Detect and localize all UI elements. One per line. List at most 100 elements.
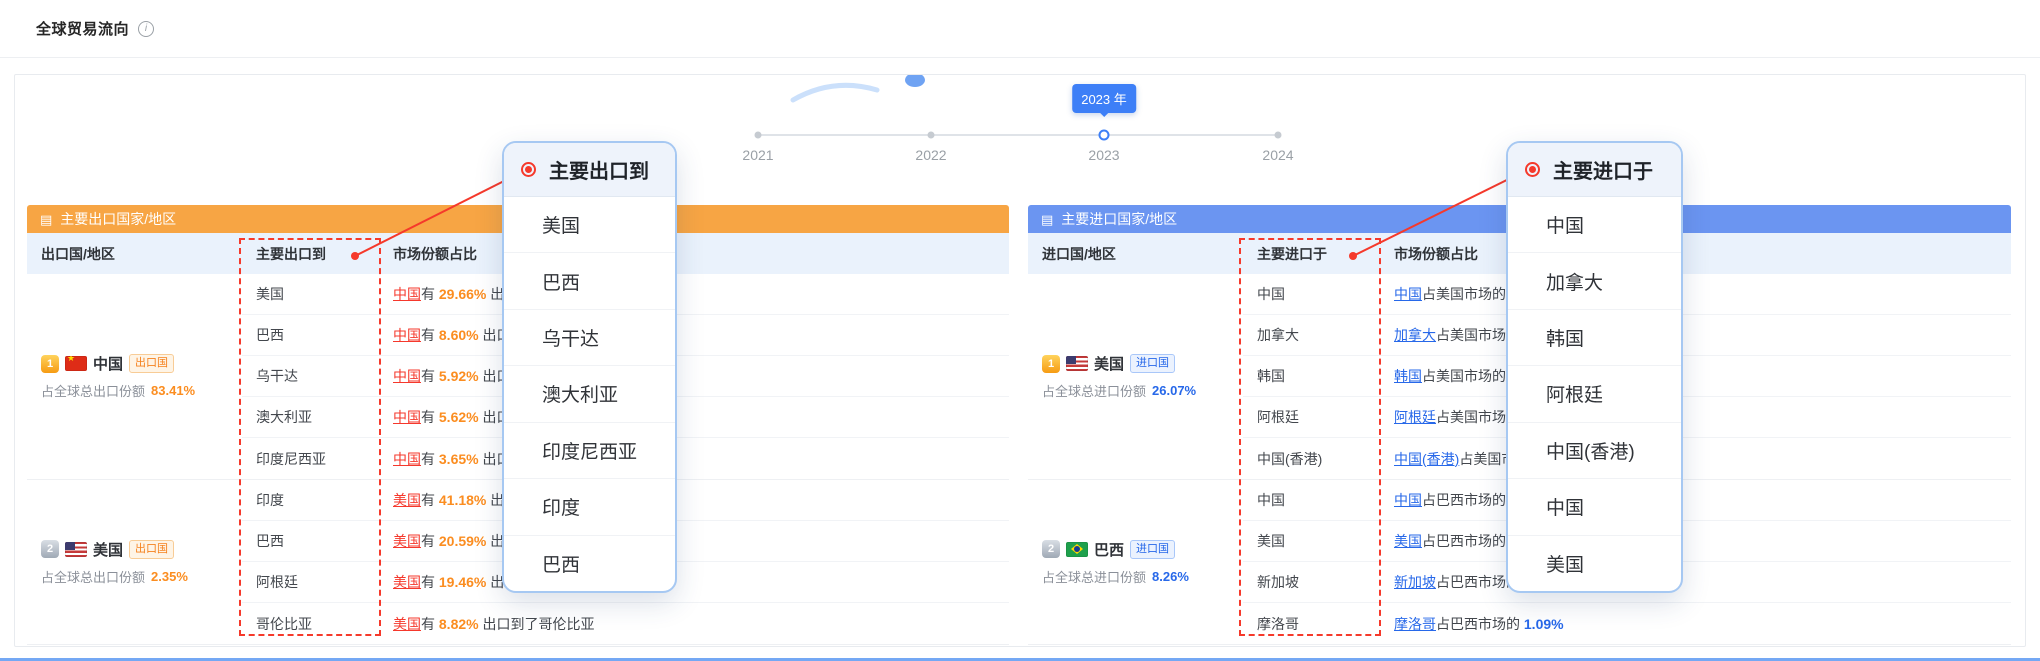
popup-option[interactable]: 美国 [1508,536,1681,591]
country-link[interactable]: 韩国 [1394,368,1422,384]
country-link[interactable]: 阿根廷 [1394,409,1436,425]
column-header-market-share: 市场份额占比 [379,244,1009,264]
country-link[interactable]: 美国 [393,616,421,632]
role-badge: 进口国 [1130,354,1175,373]
timeline-dot-2022[interactable] [928,132,935,139]
share-text: 出口到了哥伦比亚 [479,616,595,632]
share-text: 有 [421,616,439,632]
info-icon[interactable]: i [138,21,154,37]
global-share-line: 占全球总进口份额 8.26% [1042,567,1243,586]
share-pct-value: 8.82% [439,616,479,632]
market-share-cell: 美国有 41.18% 出口到了印度 [379,490,1009,510]
partner-cell: 印度 [242,490,379,510]
market-share-cell: 中国占美国市场的 [1380,284,2011,304]
table-row: 摩洛哥摩洛哥占巴西市场的 1.09% [1243,603,2011,644]
timeline-dot-2024[interactable] [1275,132,1282,139]
country-link[interactable]: 美国 [393,574,421,590]
column-header-main-import-from: 主要进口于 [1243,244,1380,264]
popup-option[interactable]: 印度尼西亚 [504,423,675,479]
cn-flag-icon [65,356,87,371]
role-badge: 出口国 [129,354,174,373]
timeline-year-label-2021[interactable]: 2021 [742,147,773,163]
reporter-cell: 1中国出口国占全球总出口份额83.41% [27,274,242,479]
share-text: 占美国市场的 [1422,368,1506,384]
share-pct-value: 41.18% [439,492,486,508]
country-link[interactable]: 中国 [393,327,421,343]
reporter-name: 中国 [93,353,123,374]
share-pct-value: 5.92% [439,368,479,384]
timeline-track[interactable] [758,134,1278,136]
global-share-label: 占全球总出口份额 [41,567,145,586]
export-popup-title: 主要出口到 [549,155,649,184]
country-link[interactable]: 摩洛哥 [1394,616,1436,632]
popup-option[interactable]: 阿根廷 [1508,366,1681,422]
reporter-heading: 1 美国进口国 [1042,353,1243,374]
country-link[interactable]: 美国 [393,533,421,549]
reporter-cell: 1 美国进口国占全球总进口份额 26.07% [1028,274,1243,479]
share-pct-value: 5.62% [439,409,479,425]
table-icon: ▤ [1041,213,1053,226]
role-badge: 进口国 [1130,540,1175,559]
partner-cell: 新加坡 [1243,572,1380,592]
partner-cell: 美国 [242,284,379,304]
popup-option[interactable]: 印度 [504,479,675,535]
import-table-title: 主要进口国家/地区 [1061,209,1177,229]
country-link[interactable]: 中国 [393,286,421,302]
year-tooltip: 2023 年 [1072,84,1136,113]
market-share-cell: 摩洛哥占巴西市场的 1.09% [1380,614,2011,634]
popup-option[interactable]: 加拿大 [1508,253,1681,309]
market-share-cell: 阿根廷占美国市场的 [1380,407,2011,427]
timeline-year-label-2024[interactable]: 2024 [1262,147,1293,163]
market-share-cell: 中国有 3.65% 出口到了印度尼西亚 [379,449,1009,469]
timeline-dot-2021[interactable] [755,132,762,139]
popup-option[interactable]: 韩国 [1508,310,1681,366]
target-marker-icon [1525,162,1540,177]
partner-cell: 哥伦比亚 [242,614,379,634]
market-share-cell: 新加坡占巴西市场的 [1380,572,2011,592]
popup-option[interactable]: 美国 [504,197,675,253]
popup-option[interactable]: 中国 [1508,197,1681,253]
share-text: 有 [421,533,439,549]
rank-1-medal-icon: 1 [1042,355,1060,373]
header-divider [0,57,2040,58]
partner-cell: 阿根廷 [242,572,379,592]
column-header-main-export-to: 主要出口到 [242,244,379,264]
country-link[interactable]: 中国(香港) [1394,451,1459,467]
export-popup: 主要出口到 美国巴西乌干达澳大利亚印度尼西亚印度巴西 [502,141,677,593]
popup-option[interactable]: 澳大利亚 [504,366,675,422]
partner-cell: 巴西 [242,531,379,551]
country-link[interactable]: 新加坡 [1394,574,1436,590]
popup-option[interactable]: 巴西 [504,536,675,591]
country-link[interactable]: 中国 [1394,492,1422,508]
popup-option[interactable]: 中国(香港) [1508,423,1681,479]
market-share-cell: 韩国占美国市场的 [1380,366,2011,386]
br-flag-icon [1066,542,1088,557]
timeline-dot-2023[interactable] [1099,130,1110,141]
country-link[interactable]: 加拿大 [1394,327,1436,343]
share-text: 占美国市场的 [1422,286,1506,302]
share-pct-value: 20.59% [439,533,486,549]
import-popup: 主要进口于 中国加拿大韩国阿根廷中国(香港)中国美国 [1506,141,1683,593]
global-share-value: 2.35% [151,569,188,584]
country-link[interactable]: 中国 [393,368,421,384]
country-link[interactable]: 美国 [1394,533,1422,549]
target-marker-icon [521,162,536,177]
global-share-value: 26.07% [1152,383,1196,398]
partner-cell: 澳大利亚 [242,407,379,427]
global-share-label: 占全球总进口份额 [1042,567,1146,586]
table-icon: ▤ [40,213,52,226]
popup-option[interactable]: 巴西 [504,253,675,309]
share-text: 占巴西市场的 [1422,492,1506,508]
share-text: 有 [421,368,439,384]
global-share-value: 8.26% [1152,569,1189,584]
popup-option[interactable]: 乌干达 [504,310,675,366]
global-share-label: 占全球总进口份额 [1042,381,1146,400]
country-link[interactable]: 中国 [1394,286,1422,302]
popup-option[interactable]: 中国 [1508,479,1681,535]
timeline-year-label-2022[interactable]: 2022 [915,147,946,163]
timeline-year-label-2023[interactable]: 2023 [1088,147,1119,163]
country-link[interactable]: 美国 [393,492,421,508]
country-link[interactable]: 中国 [393,451,421,467]
reporter-name: 美国 [1094,353,1124,374]
country-link[interactable]: 中国 [393,409,421,425]
